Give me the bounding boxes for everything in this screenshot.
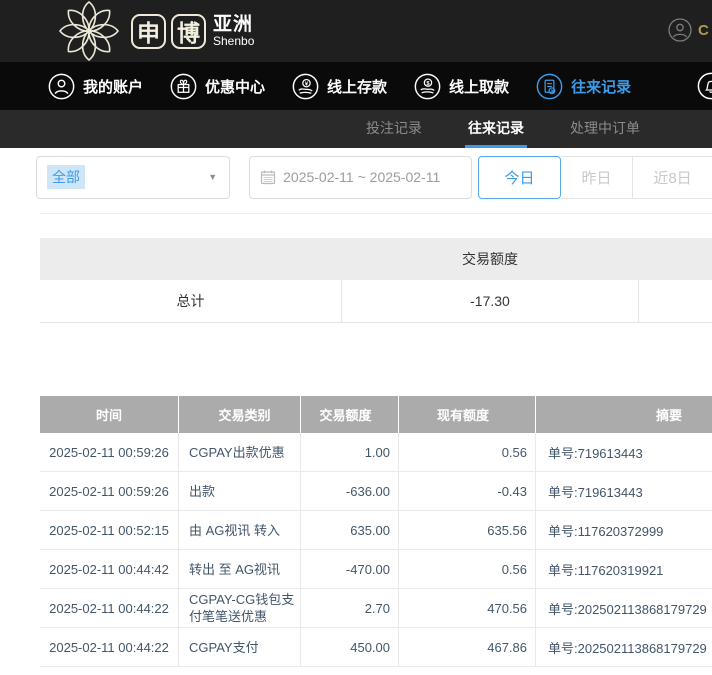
main-nav: 我的账户 优惠中心 ¥ 线上存款 xyxy=(0,62,712,110)
cell-time: 2025-02-11 00:52:15 xyxy=(40,511,178,549)
nav-item-deposit[interactable]: ¥ 线上存款 xyxy=(292,73,387,100)
records-icon xyxy=(536,73,563,100)
cell-balance: 635.56 xyxy=(398,511,535,549)
nav-item-transactions[interactable]: 往来记录 xyxy=(536,73,631,100)
username-partial[interactable]: C xyxy=(698,22,712,39)
top-header: 申 博 亚洲 Shenbo C xyxy=(0,0,712,62)
today-button[interactable]: 今日 xyxy=(478,156,561,199)
summary-total-label: 总计 xyxy=(40,291,341,311)
tab-bet-records[interactable]: 投注记录 xyxy=(363,110,425,148)
logo-en-text: Shenbo xyxy=(213,35,254,48)
cell-amount: -470.00 xyxy=(300,550,398,588)
nav-label: 线上存款 xyxy=(327,76,387,97)
summary-table: 交易额度 总计 -17.30 xyxy=(40,238,712,323)
cell-amount: 635.00 xyxy=(300,511,398,549)
summary-total-row: 总计 -17.30 xyxy=(40,280,712,323)
user-icon xyxy=(48,73,75,100)
header-summary: 摘要 xyxy=(535,396,712,433)
calendar-icon xyxy=(260,169,276,185)
cell-type: CGPAY出款优惠 xyxy=(178,433,300,471)
cell-type: 出款 xyxy=(178,472,300,510)
brand-logo: 申 博 亚洲 Shenbo xyxy=(55,0,254,62)
cell-amount: 1.00 xyxy=(300,433,398,471)
gift-icon xyxy=(170,73,197,100)
cell-time: 2025-02-11 00:44:22 xyxy=(40,589,178,627)
summary-header-amount: 交易额度 xyxy=(341,249,639,269)
cell-type: CGPAY支付 xyxy=(178,628,300,666)
header-time: 时间 xyxy=(40,396,178,433)
cell-amount: 2.70 xyxy=(300,589,398,627)
cell-summary: 单号:202502113868179729 xyxy=(535,589,712,627)
table-header-row: 时间 交易类别 交易额度 现有额度 摘要 xyxy=(40,396,712,433)
page: 申 博 亚洲 Shenbo C 我的账户 xyxy=(0,0,712,675)
cell-summary: 单号:117620372999 xyxy=(535,511,712,549)
table-row: 2025-02-11 00:44:22 CGPAY支付 450.00 467.8… xyxy=(40,628,712,667)
header-type: 交易类别 xyxy=(178,396,300,433)
cell-summary: 单号:719613443 xyxy=(535,472,712,510)
deposit-icon: ¥ xyxy=(292,73,319,100)
cell-time: 2025-02-11 00:59:26 xyxy=(40,433,178,471)
quick-date-buttons: 今日 昨日 近8日 xyxy=(478,156,712,199)
flower-logo-icon xyxy=(55,0,123,62)
cell-balance: 0.56 xyxy=(398,550,535,588)
bell-icon[interactable] xyxy=(697,72,712,100)
cell-time: 2025-02-11 00:44:22 xyxy=(40,628,178,666)
logo-char-bo: 博 xyxy=(171,14,206,49)
nav-item-my-account[interactable]: 我的账户 xyxy=(48,73,143,100)
logo-char-shen: 申 xyxy=(131,14,166,49)
user-area: C xyxy=(668,18,712,42)
nav-item-withdraw[interactable]: $ 线上取款 xyxy=(414,73,509,100)
logo-region-text: 亚洲 xyxy=(213,15,254,35)
category-selected-value: 全部 xyxy=(47,165,85,189)
cell-type: CGPAY-CG钱包支付笔笔送优惠 xyxy=(178,589,300,627)
nav-label: 我的账户 xyxy=(83,76,143,97)
summary-header-row: 交易额度 xyxy=(40,238,712,280)
nav-label: 线上取款 xyxy=(449,76,509,97)
yesterday-button[interactable]: 昨日 xyxy=(561,156,632,199)
table-row: 2025-02-11 00:44:42 转出 至 AG视讯 -470.00 0.… xyxy=(40,550,712,589)
cell-balance: 470.56 xyxy=(398,589,535,627)
cell-balance: -0.43 xyxy=(398,472,535,510)
filter-bar: 全部 ▼ 2025-02-11 ~ 2025-02-11 今日 昨日 近8 xyxy=(36,155,712,199)
table-row: 2025-02-11 00:52:15 由 AG视讯 转入 635.00 635… xyxy=(40,511,712,550)
avatar-icon[interactable] xyxy=(668,18,692,42)
header-amount: 交易额度 xyxy=(300,396,398,433)
cell-amount: -636.00 xyxy=(300,472,398,510)
chevron-down-icon: ▼ xyxy=(208,172,217,182)
nav-label: 往来记录 xyxy=(571,76,631,97)
nav-label: 优惠中心 xyxy=(205,76,265,97)
table-row: 2025-02-11 00:59:26 CGPAY出款优惠 1.00 0.56 … xyxy=(40,433,712,472)
cell-balance: 0.56 xyxy=(398,433,535,471)
cell-summary: 单号:202502113868179729 xyxy=(535,628,712,666)
cell-time: 2025-02-11 00:44:42 xyxy=(40,550,178,588)
cell-amount: 450.00 xyxy=(300,628,398,666)
date-range-value: 2025-02-11 ~ 2025-02-11 xyxy=(283,169,440,185)
header-balance: 现有额度 xyxy=(398,396,535,433)
tab-transaction-records[interactable]: 往来记录 xyxy=(465,110,527,148)
cell-summary: 单号:117620319921 xyxy=(535,550,712,588)
logo-wordmark: 亚洲 Shenbo xyxy=(213,15,254,48)
cell-balance: 467.86 xyxy=(398,628,535,666)
sub-tabbar: 投注记录 往来记录 处理中订单 xyxy=(0,110,712,148)
category-dropdown[interactable]: 全部 ▼ xyxy=(36,156,230,199)
withdraw-icon: $ xyxy=(414,73,441,100)
cell-type: 由 AG视讯 转入 xyxy=(178,511,300,549)
cell-summary: 单号:719613443 xyxy=(535,433,712,471)
transactions-table: 时间 交易类别 交易额度 现有额度 摘要 2025-02-11 00:59:26… xyxy=(40,396,712,667)
cell-type: 转出 至 AG视讯 xyxy=(178,550,300,588)
divider xyxy=(40,213,712,214)
summary-total-value: -17.30 xyxy=(341,280,639,323)
content: 全部 ▼ 2025-02-11 ~ 2025-02-11 今日 昨日 近8 xyxy=(0,155,712,667)
cell-time: 2025-02-11 00:59:26 xyxy=(40,472,178,510)
date-range-input[interactable]: 2025-02-11 ~ 2025-02-11 xyxy=(249,156,472,199)
last-8-days-button[interactable]: 近8日 xyxy=(632,156,712,199)
table-row: 2025-02-11 00:44:22 CGPAY-CG钱包支付笔笔送优惠 2.… xyxy=(40,589,712,628)
table-row: 2025-02-11 00:59:26 出款 -636.00 -0.43 单号:… xyxy=(40,472,712,511)
tab-pending-orders[interactable]: 处理中订单 xyxy=(567,110,643,148)
nav-item-promotions[interactable]: 优惠中心 xyxy=(170,73,265,100)
